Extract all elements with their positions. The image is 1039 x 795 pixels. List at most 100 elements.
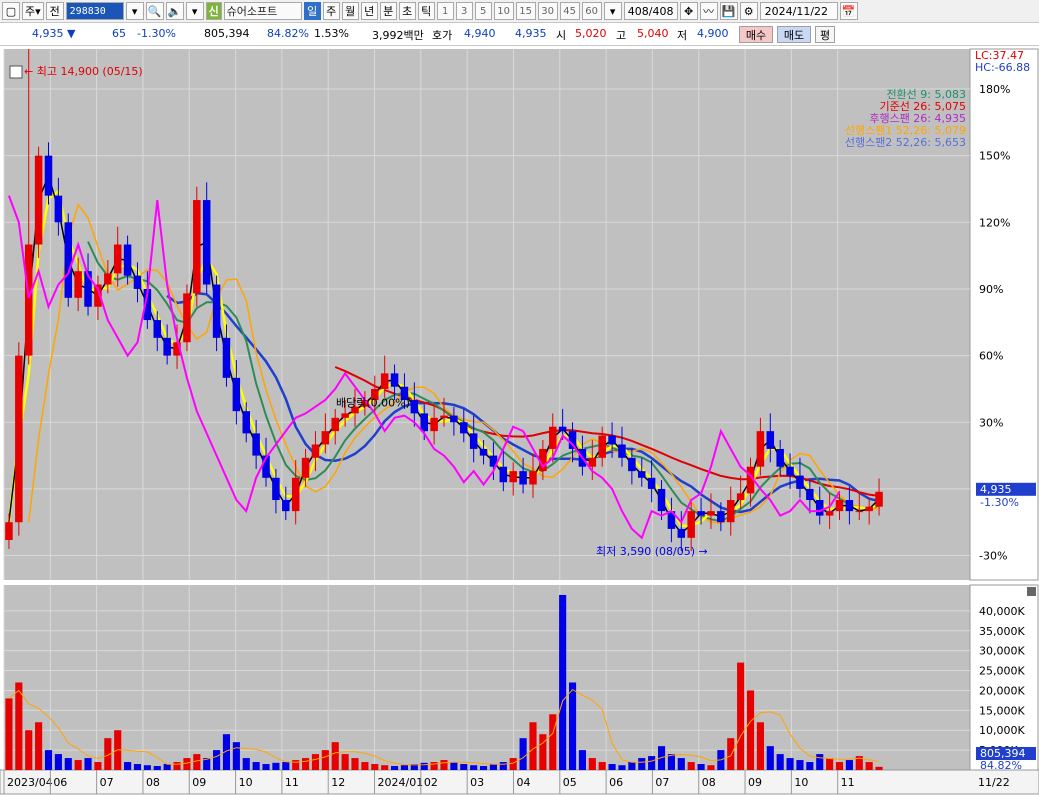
volume-bar [648, 756, 656, 770]
period-week-button[interactable]: 주 [322, 2, 340, 20]
trade-amount: 3,992백만 [372, 29, 424, 42]
interval-1-button[interactable]: 1 [436, 2, 454, 20]
candle-body [242, 411, 251, 434]
period-minute-button[interactable]: 분 [379, 2, 397, 20]
dividend-annotation: 배당락(0.00%) [336, 397, 410, 410]
volume-bar [282, 762, 290, 770]
close-icon[interactable] [1027, 587, 1036, 596]
x-tick-label: 11 [841, 776, 855, 789]
candle-body [549, 426, 557, 449]
volume-bar [667, 754, 675, 770]
candle-body [450, 415, 458, 423]
speaker-icon[interactable]: 🔈 [165, 2, 184, 20]
chart-area[interactable]: 180%150%120%90%60%30%0%-30%40,000K35,000… [0, 46, 1039, 795]
candle-body [796, 475, 804, 489]
interval-5-button[interactable]: 5 [474, 2, 492, 20]
volume-bar [845, 760, 853, 770]
code-dropdown[interactable]: ▾ [125, 2, 144, 20]
volume-tick-label: 25,000K [979, 665, 1025, 678]
period-month-button[interactable]: 월 [341, 2, 359, 20]
calendar-icon[interactable]: 📅 [839, 2, 858, 20]
volume-panel-background [4, 585, 970, 770]
volume-bar [588, 758, 596, 770]
price-tick-label: 30% [979, 416, 1003, 429]
date-input[interactable]: 2024/11/22 [759, 2, 838, 20]
volume-bar [311, 754, 320, 770]
change-percent: -1.30% [137, 27, 176, 40]
period-day-button[interactable]: 일 [303, 2, 321, 20]
search-icon[interactable]: 🔍 [145, 2, 164, 20]
gear-icon[interactable]: ⚙ [739, 2, 758, 20]
interval-10-button[interactable]: 10 [493, 2, 514, 20]
volume-bar [460, 764, 468, 770]
volume-bar [539, 734, 547, 770]
x-tick-label: 07 [655, 776, 669, 789]
x-tick-label: 03 [470, 776, 484, 789]
quote-bar: 4,935 ▼ 65 -1.30% 805,394 84.82% 1.53% 3… [0, 24, 1039, 46]
candle-body [5, 522, 13, 541]
volume-bar [193, 754, 201, 770]
candle-body [222, 337, 231, 378]
current-volume-pct-label: 84.82% [980, 759, 1022, 772]
interval-30-button[interactable]: 30 [537, 2, 558, 20]
candle-body [806, 488, 814, 501]
period-year-button[interactable]: 년 [360, 2, 378, 20]
volume-bar [677, 758, 685, 770]
candle-body [410, 400, 419, 414]
candle-body [657, 488, 666, 512]
volume-bar [707, 765, 715, 770]
high-label: 고 [616, 29, 627, 42]
volume-value: 805,394 [204, 27, 250, 40]
data-count-input[interactable]: 408/408 [623, 2, 678, 20]
period-second-button[interactable]: 초 [398, 2, 416, 20]
volume-bar [242, 758, 250, 770]
volume-bar [697, 764, 705, 770]
save-icon[interactable]: 💾 [719, 2, 738, 20]
market-select[interactable]: 주 ▾ [22, 2, 44, 20]
volume-bar [391, 766, 399, 770]
candle-body [291, 477, 300, 512]
average-button[interactable]: 평 [815, 26, 835, 43]
speaker-dropdown[interactable]: ▾ [185, 2, 204, 20]
volume-bar [549, 714, 557, 770]
volume-bar [776, 754, 784, 770]
volume-tick-label: 20,000K [979, 684, 1025, 697]
interval-45-button[interactable]: 45 [559, 2, 580, 20]
crosshair-icon[interactable]: ✥ [679, 2, 698, 20]
x-tick-label: 02 [424, 776, 438, 789]
candle-body [183, 293, 191, 343]
x-tick-label: 2024/01 [378, 776, 424, 789]
volume-tick-label: 15,000K [979, 704, 1025, 717]
candle-body [74, 271, 82, 298]
current-price-label: 4,935 [980, 483, 1012, 496]
calendar-icon[interactable] [9, 65, 23, 79]
interval-dropdown[interactable]: ▾ [603, 2, 622, 20]
interval-15-button[interactable]: 15 [515, 2, 536, 20]
candle-body [24, 244, 33, 356]
candle-body [845, 500, 854, 512]
candle-body [64, 222, 73, 298]
volume-bar [638, 758, 646, 770]
buy-button[interactable]: 매수 [739, 26, 773, 43]
volume-bar [213, 750, 221, 770]
candle-body [321, 431, 330, 445]
volume-bar [529, 722, 537, 770]
period-tick-button[interactable]: 틱 [417, 2, 435, 20]
interval-3-button[interactable]: 3 [455, 2, 473, 20]
volume-bar [371, 764, 379, 770]
interval-60-button[interactable]: 60 [581, 2, 602, 20]
volume-bar [54, 754, 62, 770]
candle-body [163, 337, 171, 356]
stock-name[interactable]: 슈어소프트 [223, 2, 302, 20]
window-icon[interactable]: ▢ [2, 2, 20, 20]
candle-body [469, 433, 478, 449]
stock-code-input[interactable]: 298830 [65, 2, 124, 20]
candle-body [815, 500, 824, 516]
volume-bar [262, 764, 270, 770]
volume-bar [15, 682, 23, 770]
volume-bar [420, 762, 428, 770]
prev-button[interactable]: 전 [45, 2, 64, 20]
sell-button[interactable]: 매도 [777, 26, 811, 43]
draw-line-icon[interactable]: 〰 [699, 2, 718, 20]
candle-body [123, 244, 132, 276]
